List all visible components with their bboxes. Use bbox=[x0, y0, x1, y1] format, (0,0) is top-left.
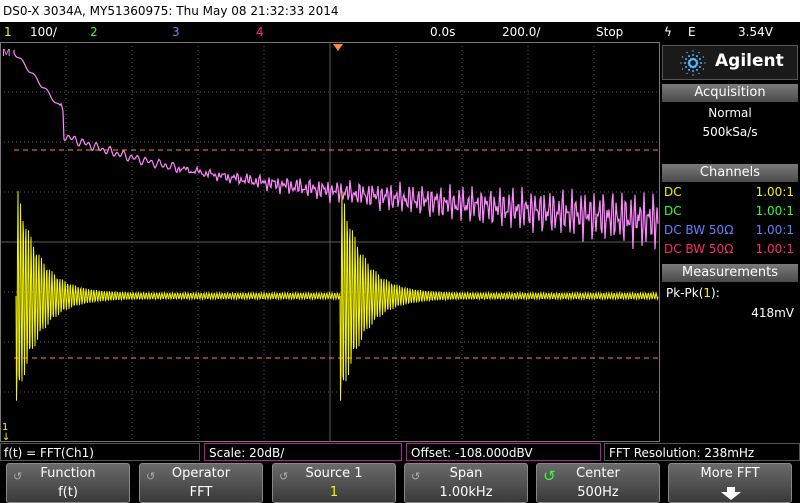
channels-body: DC 1.00:1 DC 1.00:1 DC BW 50Ω 1.00:1 DC BW 50Ω… bbox=[662, 182, 798, 262]
math-function-info: f(t) = FFT(Ch1) bbox=[0, 443, 200, 461]
ch2-number[interactable]: 2 bbox=[90, 22, 98, 42]
channel-coupling: DC bbox=[664, 204, 682, 218]
agilent-logo: Agilent bbox=[662, 45, 798, 80]
measurement-channel: 1 bbox=[703, 286, 712, 300]
measurements-body: Pk-Pk(1): 418mV bbox=[662, 282, 798, 332]
brand-name: Agilent bbox=[715, 51, 784, 71]
math-offset-info: Offset: -108.000dBV bbox=[406, 443, 601, 461]
channel-row-4[interactable]: DC BW 50Ω 1.00:1 bbox=[664, 241, 796, 257]
scope-status-bar: 1 100∕ 2 3 4 0.0s 200.0∕ Stop ϟ E 3.54V bbox=[0, 22, 800, 42]
acquisition-body: Normal 500kSa/s bbox=[662, 102, 798, 162]
measurement-label-text: Pk-Pk( bbox=[666, 286, 704, 300]
ch1-marker-arrow: ↓ bbox=[2, 432, 10, 442]
acquisition-rate: 500kSa/s bbox=[702, 125, 758, 139]
softkey-value: 1.00kHz bbox=[439, 485, 493, 500]
channel-probe-ratio: 1.00:1 bbox=[755, 204, 794, 218]
trigger-source: E bbox=[688, 25, 696, 39]
channel-coupling: DC BW 50Ω bbox=[664, 242, 734, 256]
channel-probe-ratio: 1.00:1 bbox=[755, 242, 794, 256]
channel-row-1[interactable]: DC 1.00:1 bbox=[664, 184, 796, 200]
math-marker[interactable]: M bbox=[2, 48, 11, 59]
ch3-number[interactable]: 3 bbox=[172, 22, 180, 42]
arrow-down-icon bbox=[721, 487, 741, 500]
channel-probe-ratio: 1.00:1 bbox=[755, 185, 794, 199]
window-title-bar: DS0-X 3034A, MY51360975: Thu May 08 21:3… bbox=[0, 0, 800, 22]
channel-coupling: DC BW 50Ω bbox=[664, 223, 734, 237]
softkey-bar: ↺ Function f(t) ↺ Operator FFT ↺ Source … bbox=[0, 461, 800, 503]
softkey-value: f(t) bbox=[58, 485, 78, 500]
channel-coupling: DC bbox=[664, 185, 682, 199]
fft-resolution-info: FFT Resolution: 238mHz bbox=[604, 443, 800, 461]
function-softkey[interactable]: ↺ Function f(t) bbox=[6, 463, 130, 503]
ch4-number[interactable]: 4 bbox=[256, 22, 264, 42]
agilent-spark-icon bbox=[680, 50, 706, 76]
trigger-edge-icon: ϟ bbox=[664, 25, 672, 39]
trigger-level[interactable]: 3.54V bbox=[738, 22, 773, 42]
softkey-label: Center bbox=[576, 466, 620, 481]
channel-row-2[interactable]: DC 1.00:1 bbox=[664, 203, 796, 219]
softkey-value: 500Hz bbox=[577, 485, 619, 500]
channel-row-3[interactable]: DC BW 50Ω 1.00:1 bbox=[664, 222, 796, 238]
channel-probe-ratio: 1.00:1 bbox=[755, 223, 794, 237]
softkey-label: Operator bbox=[171, 466, 231, 481]
run-state: Stop bbox=[596, 25, 624, 39]
source1-softkey[interactable]: ↺ Source 1 1 bbox=[272, 463, 396, 503]
softkey-label: More FFT bbox=[700, 466, 760, 481]
time-scale[interactable]: 200.0∕ bbox=[502, 22, 540, 42]
waveform-display[interactable]: M 1 ↓ bbox=[0, 42, 660, 442]
softkey-value: 1 bbox=[329, 485, 339, 500]
ch1-scale[interactable]: 100∕ bbox=[30, 22, 57, 42]
measurement-value: 418mV bbox=[751, 306, 794, 320]
time-delay[interactable]: 0.0s bbox=[430, 22, 455, 42]
acquisition-mode: Normal bbox=[708, 106, 752, 120]
math-scale-info: Scale: 20dB/ bbox=[204, 443, 402, 461]
softkey-label: Span bbox=[449, 466, 483, 481]
center-softkey[interactable]: ↺ Center 500Hz bbox=[536, 463, 660, 503]
more-fft-softkey[interactable]: More FFT bbox=[668, 463, 792, 503]
measurement-label: Pk-Pk(1): bbox=[666, 284, 720, 302]
operator-softkey[interactable]: ↺ Operator FFT bbox=[139, 463, 263, 503]
softkey-label: Function bbox=[40, 466, 96, 481]
measurements-header[interactable]: Measurements bbox=[662, 264, 798, 282]
acquisition-header[interactable]: Acquisition bbox=[662, 84, 798, 102]
ch1-number[interactable]: 1 bbox=[4, 22, 12, 42]
softkey-value: FFT bbox=[189, 485, 213, 500]
softkey-label: Source 1 bbox=[305, 466, 363, 481]
channels-header[interactable]: Channels bbox=[662, 164, 798, 182]
measurement-label-end: ): bbox=[711, 286, 720, 300]
span-softkey[interactable]: ↺ Span 1.00kHz bbox=[404, 463, 528, 503]
